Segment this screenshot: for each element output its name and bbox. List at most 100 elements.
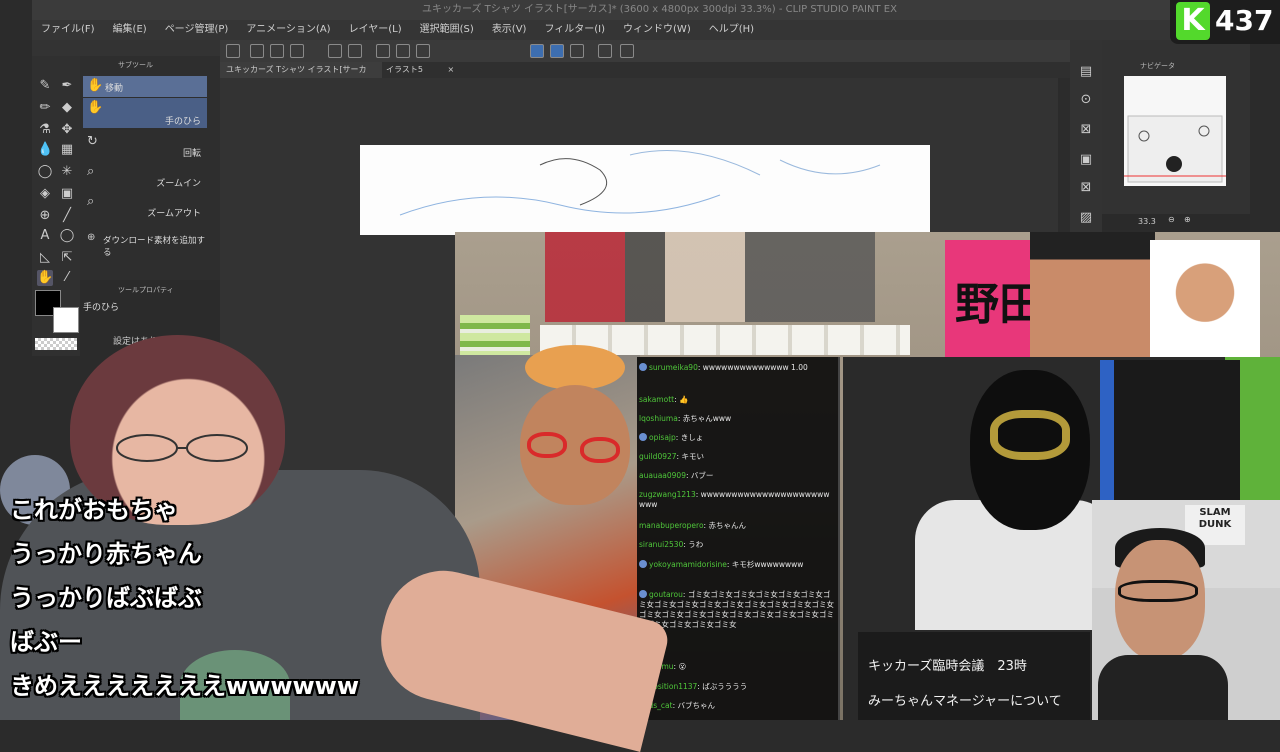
menu-bar: ファイル(F) 編集(E) ページ管理(P) アニメーション(A) レイヤー(L) 選択範…: [32, 20, 1280, 40]
subtool-item-zoom-out[interactable]: ⌕ ズームアウト: [83, 192, 207, 220]
snap-special-icon[interactable]: [550, 44, 564, 58]
black-glasses: [1118, 580, 1198, 602]
menu-filter[interactable]: フィルター(I): [535, 20, 614, 40]
marker-icon[interactable]: ✒: [59, 78, 75, 94]
zoom-in-icon[interactable]: ⊕: [1184, 215, 1191, 224]
gaming-chair: [1100, 360, 1240, 500]
chat-message: goutarou: ゴミ女ゴミ女ゴミ女ゴミ女ゴミ女ゴミ女ゴミ女ゴミ女ゴミ女ゴミ女…: [639, 590, 834, 629]
pen-icon[interactable]: ✎: [37, 78, 53, 94]
navigator-tab[interactable]: ナビゲータ: [1140, 61, 1175, 71]
tab-document-2[interactable]: イラスト5 ×: [380, 62, 464, 78]
subtool-item-hand[interactable]: ✋ 手のひら: [83, 98, 207, 128]
balloon-icon[interactable]: ◯: [59, 228, 75, 244]
close-panel-icon[interactable]: ⊠: [1078, 180, 1094, 196]
navigator-thumbnail[interactable]: [1124, 76, 1226, 186]
app-icon[interactable]: [226, 44, 240, 58]
avatar: [639, 560, 647, 568]
chat-message: opisajp: きしょ: [639, 433, 835, 443]
add-material-button[interactable]: ⊕ ダウンロード素材を追加する: [83, 232, 207, 258]
settings-icon[interactable]: ▨: [1078, 210, 1094, 226]
subtool-item-zoom-in[interactable]: ⌕ ズームイン: [83, 162, 207, 190]
meeting-title: キッカーズ臨時会議 23時: [868, 659, 1027, 674]
platform-logo: K: [1176, 2, 1210, 40]
subtool-item-rotate[interactable]: ↻ 回転: [83, 132, 207, 160]
caption-line: ばぶー: [10, 628, 82, 656]
chat-message: zugzwang1213: wwwwwwwwwwwwwwwwwwwwwwww: [639, 490, 830, 509]
material-icon[interactable]: ⊠: [1078, 122, 1094, 138]
background-color-swatch[interactable]: [53, 307, 79, 333]
chat-message: Reds_cat: バブちゃん: [639, 701, 715, 710]
layer-prop-icon[interactable]: [598, 44, 612, 58]
menu-animation[interactable]: アニメーション(A): [237, 20, 339, 40]
document-tabs: ユキッカーズ Tシャツ イラスト[サーカス]* × イラスト5 ×: [220, 62, 1070, 90]
text-icon[interactable]: A: [37, 228, 53, 244]
clear-icon[interactable]: [376, 44, 390, 58]
avatar: [639, 363, 647, 371]
snap-ruler-icon[interactable]: [530, 44, 544, 58]
chat-message: sakamott: 👍: [639, 395, 689, 404]
tab-document-1[interactable]: ユキッカーズ Tシャツ イラスト[サーカス]* ×: [220, 62, 382, 90]
thumbs-up-icon: 👍: [679, 395, 689, 404]
magic-wand-icon[interactable]: ✳: [59, 164, 75, 180]
rotate-icon: ↻: [87, 134, 98, 149]
select-icon[interactable]: ⊕: [37, 208, 53, 224]
eyedropper-icon[interactable]: ⁄: [59, 270, 75, 286]
open-icon[interactable]: [270, 44, 284, 58]
new-file-icon[interactable]: [250, 44, 264, 58]
drawing-canvas[interactable]: [360, 145, 930, 235]
redo-icon[interactable]: [348, 44, 362, 58]
bucket-icon[interactable]: ◈: [37, 186, 53, 202]
move-layer-icon[interactable]: ✥: [59, 122, 75, 138]
transform-icon[interactable]: [416, 44, 430, 58]
layer-panel-icon[interactable]: ▤: [1078, 64, 1094, 80]
subtool-item-move[interactable]: ✋ 移動: [83, 76, 207, 97]
tool-property-tab[interactable]: ツールプロパティ: [118, 285, 174, 295]
menu-selection[interactable]: 選択範囲(S): [411, 20, 483, 40]
transparent-color-swatch[interactable]: [35, 338, 77, 350]
fill-icon[interactable]: [396, 44, 410, 58]
close-icon[interactable]: ×: [447, 65, 454, 74]
object-select-icon[interactable]: ⇱: [59, 250, 75, 266]
menu-edit[interactable]: 編集(E): [104, 20, 156, 40]
line-icon[interactable]: ╱: [59, 208, 75, 224]
menu-help[interactable]: ヘルプ(H): [700, 20, 763, 40]
save-icon[interactable]: [290, 44, 304, 58]
search-icon[interactable]: ⊙: [1078, 92, 1094, 108]
undo-icon[interactable]: [328, 44, 342, 58]
chat-message: guild0927: キモい: [639, 452, 704, 461]
right-icon-bar: ▤ ⊙ ⊠ ▣ ⊠ ▨: [1070, 40, 1102, 240]
menu-page[interactable]: ページ管理(P): [156, 20, 238, 40]
chat-message: auauaa0909: バブー: [639, 471, 714, 480]
eraser-icon[interactable]: ◆: [59, 100, 75, 116]
menu-window[interactable]: ウィンドウ(W): [614, 20, 700, 40]
pencil-icon[interactable]: ✏: [37, 100, 53, 116]
meeting-topic: みーちゃんマネージャーについて: [868, 694, 1062, 709]
frame-icon[interactable]: ◺: [37, 250, 53, 266]
cutout-person-smiling: [1150, 240, 1260, 357]
subtool-panel: ✋ 移動 ✋ 手のひら ↻ 回転 ⌕ ズームイン ⌕ ズームアウト ⊕ ダウンロ…: [80, 56, 220, 296]
hand-icon[interactable]: ✋: [37, 270, 53, 286]
zoom-out-icon: ⌕: [87, 194, 95, 209]
snap-grid-icon[interactable]: [570, 44, 584, 58]
menu-view[interactable]: 表示(V): [483, 20, 536, 40]
blend-icon[interactable]: ⚗: [37, 122, 53, 138]
hand-icon: ✋: [87, 100, 104, 115]
subtool-tab[interactable]: サブツール: [118, 60, 188, 72]
cam-left-hair: [525, 345, 625, 390]
menu-layer[interactable]: レイヤー(L): [340, 20, 411, 40]
help-icon[interactable]: [620, 44, 634, 58]
zoom-out-icon[interactable]: ⊖: [1168, 215, 1175, 224]
grid-icon[interactable]: ▦: [59, 142, 75, 158]
drop-icon[interactable]: 💧: [37, 142, 53, 158]
zoom-value[interactable]: 33.3: [1138, 217, 1156, 226]
chat-message: siranui2530: うわ: [639, 540, 704, 549]
cutout-person-spitting: [1030, 232, 1155, 357]
gradient-icon[interactable]: ▣: [59, 186, 75, 202]
menu-file[interactable]: ファイル(F): [32, 20, 104, 40]
chat-scrollbar[interactable]: [838, 357, 840, 720]
lasso-icon[interactable]: ◯: [37, 164, 53, 180]
hand-icon: ✋: [87, 78, 104, 93]
history-icon[interactable]: ▣: [1078, 152, 1094, 168]
chat-message: yokoyamamidorisine: キモ杉wwwwwwww: [639, 560, 835, 570]
avatar: [639, 590, 647, 598]
